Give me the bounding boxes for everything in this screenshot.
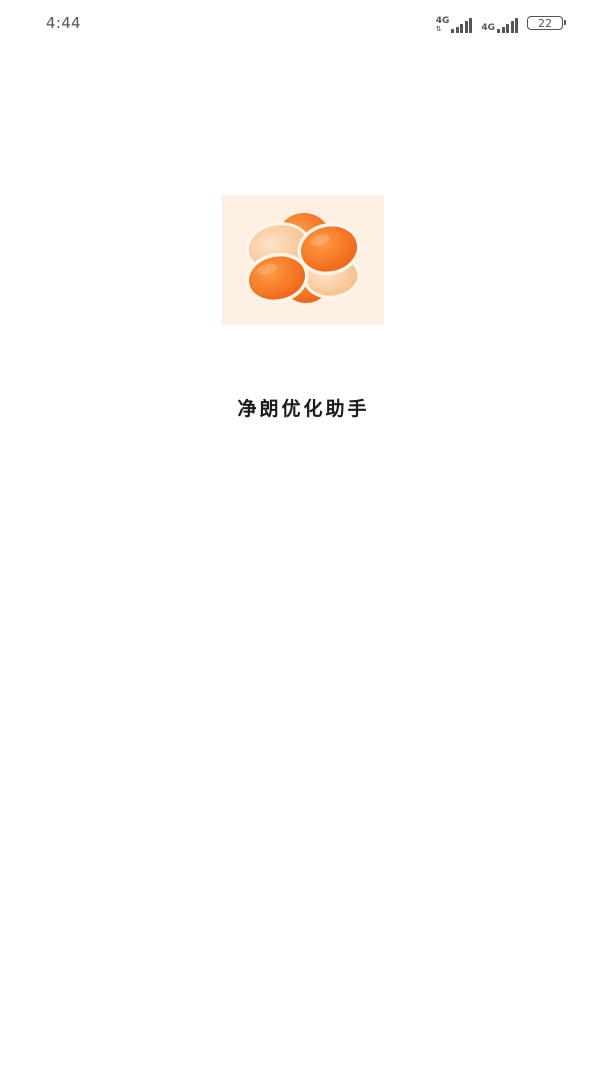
status-icons: 4G ⇅ 4G 22: [436, 12, 566, 34]
signal-bars-icon: [451, 18, 473, 33]
cellular-signal-icon: 4G ⇅: [436, 13, 473, 33]
signal-bars-icon-2: [497, 18, 518, 33]
cellular-signal-icon-2: 4G: [481, 13, 518, 33]
status-bar: 4:44 4G ⇅ 4G 22: [0, 0, 607, 50]
orange-blossom-logo-icon: [245, 213, 361, 304]
network-type-label-2: 4G: [481, 23, 495, 33]
battery-level: 22: [538, 16, 552, 30]
splash-screen: 4:44 4G ⇅ 4G 22 净朗优化助手: [0, 0, 607, 1080]
data-activity-icon: ⇅: [435, 25, 442, 33]
battery-icon: 22: [527, 16, 566, 30]
app-logo: [222, 195, 384, 325]
status-time: 4:44: [46, 14, 81, 32]
app-name-title: 净朗优化助手: [237, 398, 370, 420]
